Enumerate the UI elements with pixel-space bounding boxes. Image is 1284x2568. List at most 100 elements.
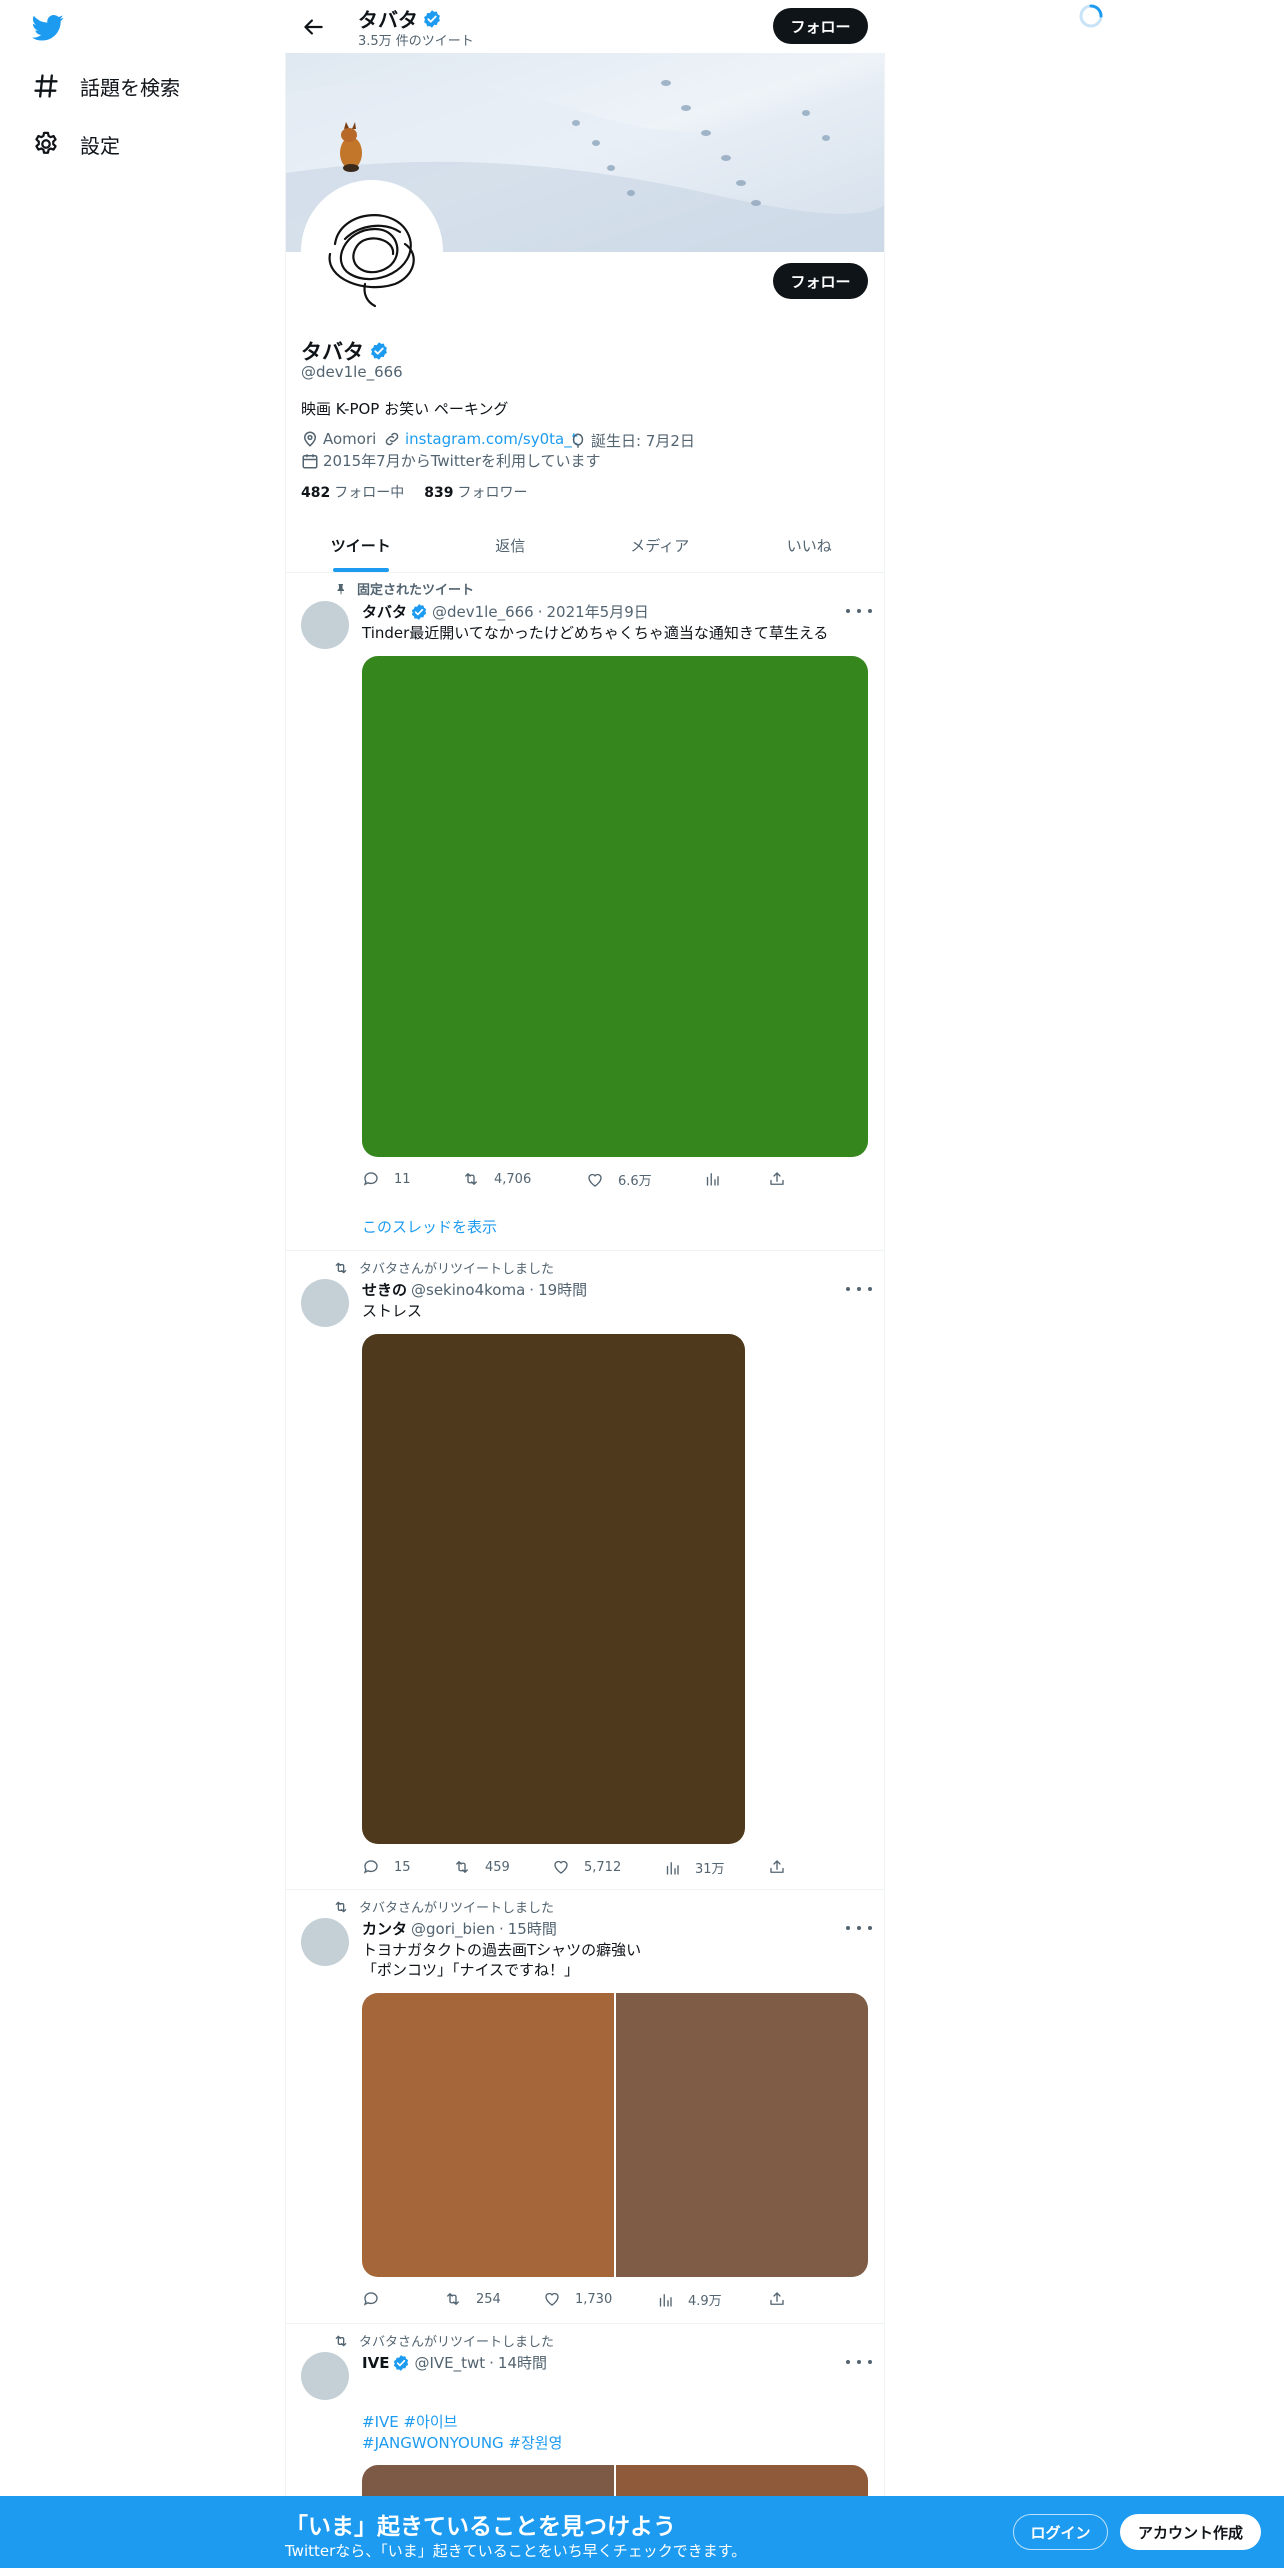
like-button[interactable]: 6.6万 xyxy=(586,1170,652,1189)
tweet-media-image[interactable] xyxy=(616,1993,868,2277)
tweet-author-avatar[interactable] xyxy=(301,1279,349,1327)
profile-avatar[interactable] xyxy=(301,180,443,322)
tweet-hashtags[interactable]: #JANGWONYOUNG #장원영 xyxy=(362,2433,562,2454)
back-arrow-icon[interactable] xyxy=(300,14,326,40)
share-icon xyxy=(768,1858,786,1876)
views-chart-icon xyxy=(656,2291,674,2309)
header-tweet-count: 3.5万 件のツイート xyxy=(358,34,474,49)
retweet-icon xyxy=(462,1170,480,1188)
tweet-actions: 15 459 5,712 31万 xyxy=(362,1858,868,1878)
retweet-context: タバタさんがリツイートしました xyxy=(333,1258,554,1277)
reply-icon xyxy=(362,2290,380,2308)
views-button[interactable]: 4.9万 xyxy=(656,2290,722,2309)
share-icon xyxy=(768,2290,786,2308)
profile-bio: 映画 K-POP お笑い ペーキング xyxy=(301,400,509,418)
sidebar-item-explore[interactable]: 話題を検索 xyxy=(32,66,180,106)
more-options-icon[interactable] xyxy=(846,1923,872,1933)
tweet-author-avatar[interactable] xyxy=(301,2352,349,2400)
pin-icon xyxy=(337,583,344,594)
profile-follow-button[interactable]: フォロー xyxy=(773,263,868,299)
tweet-media-image[interactable] xyxy=(362,1334,745,1844)
twitter-logo-icon[interactable] xyxy=(32,14,64,42)
tweet-author-avatar[interactable] xyxy=(301,601,349,649)
reply-button[interactable]: 11 xyxy=(362,1170,411,1188)
heart-icon xyxy=(552,1858,570,1876)
balloon-icon xyxy=(572,433,584,448)
views-button[interactable]: 31万 xyxy=(663,1858,725,1877)
tab-replies[interactable]: 返信 xyxy=(436,518,586,572)
sidebar-item-label: 話題を検索 xyxy=(80,75,180,100)
retweet-small-icon xyxy=(333,2333,349,2349)
reply-button[interactable]: 15 xyxy=(362,1858,411,1876)
pinned-tweet-label: 固定されたツイート xyxy=(335,579,474,598)
share-button[interactable] xyxy=(768,2290,800,2308)
share-button[interactable] xyxy=(768,1170,800,1188)
retweet-small-icon xyxy=(333,1260,349,1276)
profile-url[interactable]: instagram.com/sy0ta_t xyxy=(383,430,578,448)
profile-location: Aomori xyxy=(301,430,376,448)
like-button[interactable]: 1,730 xyxy=(543,2290,612,2308)
reply-button[interactable] xyxy=(362,2290,394,2308)
header-follow-button[interactable]: フォロー xyxy=(773,8,868,44)
gear-icon xyxy=(32,130,60,158)
views-button[interactable] xyxy=(703,1170,735,1188)
location-pin-icon xyxy=(303,431,317,447)
retweet-button[interactable]: 254 xyxy=(444,2290,501,2308)
views-chart-icon xyxy=(663,1859,681,1877)
tab-tweets[interactable]: ツイート xyxy=(286,518,436,572)
tab-media[interactable]: メディア xyxy=(585,518,735,572)
tweet-text: ストレス xyxy=(362,1302,423,1320)
retweet-small-icon xyxy=(333,1899,349,1915)
signup-banner-title: 「いま」起きていることを見つけよう xyxy=(285,2514,676,2540)
show-thread-link[interactable]: このスレッドを表示 xyxy=(362,1216,497,1237)
retweet-context: タバタさんがリツイートしました xyxy=(333,1897,554,1916)
tweet-header: タバタ @dev1le_666 · 2021年5月9日 xyxy=(362,602,649,622)
more-options-icon[interactable] xyxy=(846,2357,872,2367)
tweet-text-line: トヨナガタクトの過去画Tシャツの癖強い xyxy=(362,1941,642,1959)
tweet-hashtags[interactable]: #IVE #아이브 xyxy=(362,2412,457,2433)
signup-button[interactable]: アカウント作成 xyxy=(1120,2514,1261,2550)
retweet-button[interactable]: 459 xyxy=(453,1858,510,1876)
loading-spinner-icon xyxy=(1078,3,1104,29)
profile-handle: @dev1le_666 xyxy=(301,363,403,381)
tweet-author-avatar[interactable] xyxy=(301,1918,349,1966)
login-button[interactable]: ログイン xyxy=(1013,2514,1108,2550)
following-link[interactable]: 482 フォロー中 xyxy=(301,482,404,502)
verified-badge-icon xyxy=(369,341,389,361)
retweet-button[interactable]: 4,706 xyxy=(462,1170,531,1188)
follow-stats: 482 フォロー中 839 フォロワー xyxy=(301,482,527,502)
share-icon xyxy=(768,1170,786,1188)
profile-name: タバタ xyxy=(301,336,389,366)
profile-joined: 2015年7月からTwitterを利用しています xyxy=(301,450,601,471)
header-profile-name: タバタ xyxy=(358,4,442,33)
tweet-divider xyxy=(286,1889,884,1890)
profile-tabs: ツイート 返信 メディア いいね xyxy=(286,518,884,573)
reply-icon xyxy=(362,1170,380,1188)
retweet-icon xyxy=(444,2290,462,2308)
tab-likes[interactable]: いいね xyxy=(735,518,885,572)
views-chart-icon xyxy=(703,1170,721,1188)
calendar-icon xyxy=(302,453,318,468)
tweet-header: IVE @IVE_twt · 14時間 xyxy=(362,2353,548,2373)
profile-birthday: 誕生日: 7月2日 xyxy=(569,430,695,451)
verified-badge-icon xyxy=(392,2354,410,2372)
signup-banner-subtitle: Twitterなら、「いま」起きていることをいち早くチェックできます。 xyxy=(285,2542,747,2560)
share-button[interactable] xyxy=(768,1858,800,1876)
tweet-header: せきの @sekino4koma · 19時間 xyxy=(362,1280,588,1300)
tweet-divider xyxy=(286,1250,884,1251)
tweet-text-line: 「ポンコツ」「ナイスですね！」 xyxy=(362,1961,580,1979)
tweet-header: カンタ @gori_bien · 15時間 xyxy=(362,1919,557,1939)
heart-icon xyxy=(586,1171,604,1189)
tweet-actions: 11 4,706 6.6万 xyxy=(362,1170,868,1190)
verified-badge-icon xyxy=(410,603,428,621)
tweet-media-image[interactable] xyxy=(362,1993,614,2277)
followers-link[interactable]: 839 フォロワー xyxy=(424,482,527,502)
like-button[interactable]: 5,712 xyxy=(552,1858,621,1876)
more-options-icon[interactable] xyxy=(846,1284,872,1294)
tweet-actions: 254 1,730 4.9万 xyxy=(362,2290,868,2310)
sidebar-item-label: 設定 xyxy=(80,133,120,158)
tweet-media-image[interactable] xyxy=(362,656,868,1157)
more-options-icon[interactable] xyxy=(846,606,872,616)
sidebar-item-settings[interactable]: 設定 xyxy=(32,124,120,164)
tweet-media-grid xyxy=(362,1993,868,2277)
